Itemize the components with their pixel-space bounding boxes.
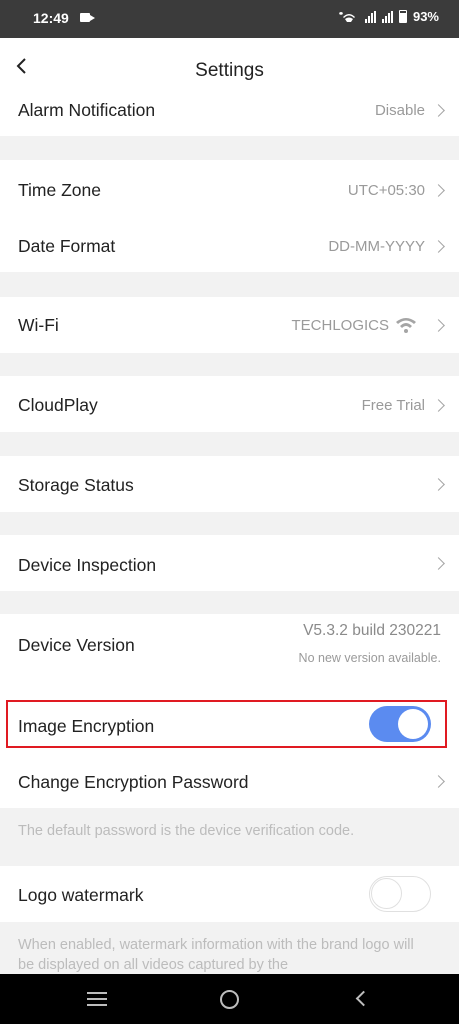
image-encryption-toggle[interactable] [369, 706, 431, 742]
change-encryption-password-row[interactable]: Change Encryption Password [0, 752, 459, 808]
chevron-right-icon [432, 399, 445, 412]
header: Settings [0, 38, 459, 94]
chevron-right-icon [432, 478, 445, 491]
wifi-call-icon [338, 11, 355, 22]
device-version-label: Device Version [18, 635, 135, 655]
device-version-status: No new version available. [298, 651, 441, 665]
image-encryption-row: Image Encryption [0, 696, 459, 752]
status-time: 12:49 [33, 10, 69, 26]
wifi-label: Wi-Fi [18, 315, 59, 335]
recent-apps-icon[interactable] [87, 992, 107, 1006]
signal-icon-2 [381, 10, 393, 23]
date-format-value: DD-MM-YYYY [328, 238, 425, 255]
cloudplay-row[interactable]: CloudPlay Free Trial [0, 376, 459, 432]
device-version-row: Device Version V5.3.2 build 230221 No ne… [0, 614, 459, 696]
time-zone-label: Time Zone [18, 180, 101, 200]
toggle-knob [371, 878, 402, 909]
device-inspection-label: Device Inspection [18, 555, 157, 575]
toggle-knob [398, 709, 428, 739]
chevron-right-icon [432, 240, 445, 253]
password-note: The default password is the device verif… [0, 821, 459, 841]
change-encryption-password-label: Change Encryption Password [18, 772, 249, 792]
page-title: Settings [195, 60, 264, 81]
signal-icon [364, 10, 376, 23]
wifi-signal-icon [396, 318, 416, 333]
device-version-value: V5.3.2 build 230221 [303, 622, 441, 639]
chevron-right-icon [432, 557, 445, 570]
image-encryption-label: Image Encryption [18, 716, 155, 736]
chevron-right-icon [432, 319, 445, 332]
back-icon[interactable] [355, 990, 372, 1007]
alarm-notification-label: Alarm Notification [18, 100, 156, 120]
storage-status-label: Storage Status [18, 475, 134, 495]
logo-watermark-label: Logo watermark [18, 885, 144, 905]
wifi-row[interactable]: Wi-Fi TECHLOGICS [0, 297, 459, 353]
chevron-right-icon [432, 104, 445, 117]
cloudplay-value: Free Trial [361, 397, 425, 414]
watermark-note: When enabled, watermark information with… [0, 935, 459, 974]
alarm-notification-row[interactable]: Alarm Notification Disable [0, 94, 459, 136]
status-icons: 93% [337, 9, 439, 24]
video-camera-icon [80, 13, 95, 22]
time-zone-row[interactable]: Time Zone UTC+05:30 [0, 160, 459, 218]
logo-watermark-toggle[interactable] [369, 876, 431, 912]
alarm-notification-value: Disable [374, 102, 425, 119]
logo-watermark-row: Logo watermark [0, 866, 459, 922]
battery-level: 93% [412, 9, 439, 24]
chevron-right-icon [432, 775, 445, 788]
date-format-row[interactable]: Date Format DD-MM-YYYY [0, 218, 459, 272]
wifi-value: TECHLOGICS [291, 317, 389, 334]
status-bar: 12:49 93% [0, 0, 459, 38]
chevron-right-icon [432, 184, 445, 197]
device-inspection-row[interactable]: Device Inspection [0, 535, 459, 591]
cloudplay-label: CloudPlay [18, 395, 98, 415]
storage-status-row[interactable]: Storage Status [0, 456, 459, 512]
home-icon[interactable] [220, 990, 239, 1009]
date-format-label: Date Format [18, 236, 116, 256]
navigation-bar [0, 974, 459, 1024]
time-zone-value: UTC+05:30 [347, 182, 425, 199]
battery-icon [398, 10, 407, 23]
